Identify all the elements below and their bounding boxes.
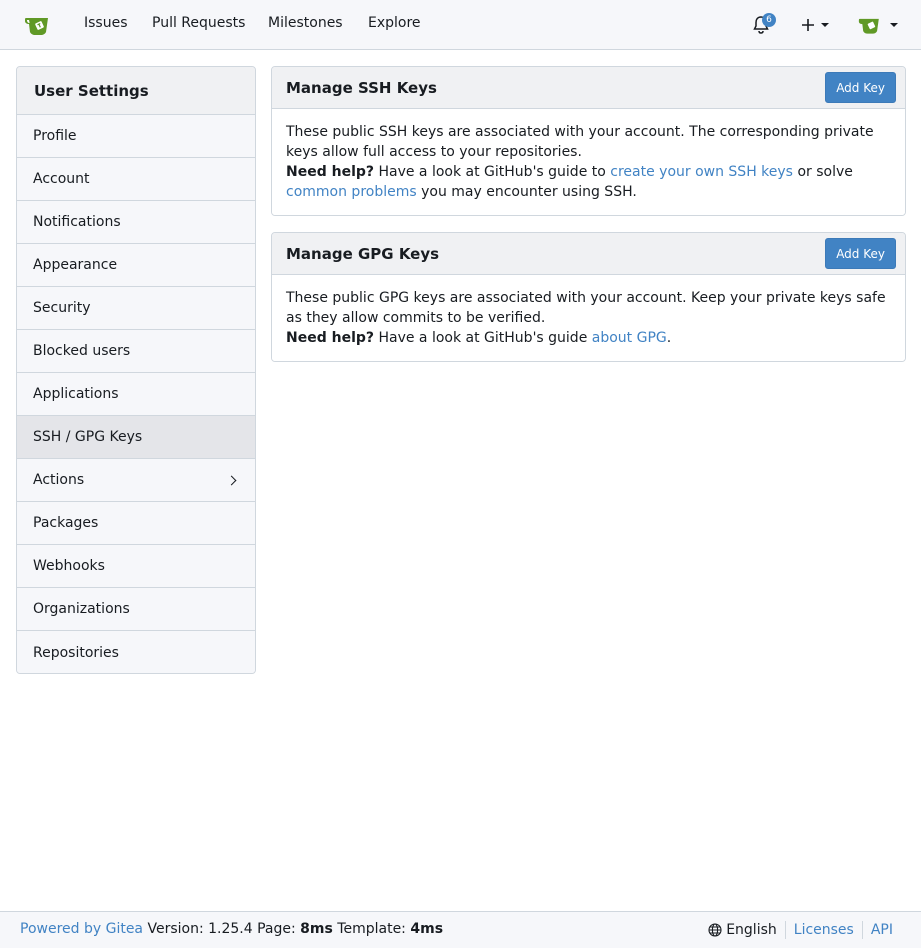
ssh-keys-title: Manage SSH Keys <box>286 78 437 97</box>
sidebar-item-label: Repositories <box>33 644 119 661</box>
sidebar-item-applications[interactable]: Applications <box>17 373 255 416</box>
nav-milestones[interactable]: Milestones <box>268 15 343 31</box>
gpg-keys-title: Manage GPG Keys <box>286 244 440 263</box>
help-label: Need help? <box>286 330 375 346</box>
nav-explore[interactable]: Explore <box>368 15 421 31</box>
version-text: Version: 1.25.4 <box>147 921 253 937</box>
nav-issues[interactable]: Issues <box>84 15 128 31</box>
sidebar-item-account[interactable]: Account <box>17 158 255 201</box>
add-gpg-key-button[interactable]: Add Key <box>825 238 896 269</box>
sidebar-item-repositories[interactable]: Repositories <box>17 631 255 673</box>
help-text: you may encounter using SSH. <box>421 184 637 200</box>
sidebar-item-profile[interactable]: Profile <box>17 115 255 158</box>
plus-icon <box>801 18 815 32</box>
gpg-keys-header: Manage GPG Keys Add Key <box>272 233 905 275</box>
template-time-label: Template: <box>337 921 406 937</box>
sidebar-item-label: Account <box>33 171 90 187</box>
sidebar-title: User Settings <box>17 67 255 115</box>
sidebar-item-label: Notifications <box>33 214 121 230</box>
page-footer: Powered by Gitea Version: 1.25.4 Page: 8… <box>0 911 921 948</box>
help-text: or solve <box>797 164 853 180</box>
sidebar-item-actions[interactable]: Actions <box>17 459 255 502</box>
sidebar-item-webhooks[interactable]: Webhooks <box>17 545 255 588</box>
ssh-keys-body: These public SSH keys are associated wit… <box>272 109 905 215</box>
help-text: Have a look at GitHub's guide to <box>378 164 606 180</box>
page-time-value: 8ms <box>300 921 333 937</box>
about-gpg-link[interactable]: about GPG <box>592 330 667 346</box>
powered-by-gitea-link[interactable]: Powered by Gitea <box>20 921 143 937</box>
footer-info: Powered by Gitea Version: 1.25.4 Page: 8… <box>20 921 443 937</box>
sidebar-item-security[interactable]: Security <box>17 287 255 330</box>
sidebar-item-label: Blocked users <box>33 343 131 359</box>
ssh-keys-description: These public SSH keys are associated wit… <box>286 124 874 160</box>
sidebar-item-label: Security <box>33 300 91 316</box>
sidebar-item-ssh-gpg-keys[interactable]: SSH / GPG Keys <box>17 416 255 459</box>
page-time-label: Page: <box>257 921 296 937</box>
sidebar-item-notifications[interactable]: Notifications <box>17 201 255 244</box>
sidebar-item-label: Profile <box>33 128 77 144</box>
divider <box>784 921 786 939</box>
language-label: English <box>726 922 777 938</box>
chevron-down-icon <box>890 23 898 27</box>
create-menu-button[interactable] <box>801 10 829 40</box>
divider <box>861 921 863 939</box>
licenses-link[interactable]: Licenses <box>794 922 854 938</box>
ssh-keys-header: Manage SSH Keys Add Key <box>272 67 905 109</box>
sidebar-item-blocked-users[interactable]: Blocked users <box>17 330 255 373</box>
template-time-value: 4ms <box>410 921 444 937</box>
chevron-down-icon <box>821 23 829 27</box>
notification-count-badge: 6 <box>762 13 776 27</box>
gpg-keys-panel: Manage GPG Keys Add Key These public GPG… <box>271 232 906 362</box>
settings-sidebar: User Settings Profile Account Notificati… <box>16 66 256 674</box>
gpg-keys-body: These public GPG keys are associated wit… <box>272 275 905 361</box>
gpg-keys-description: These public GPG keys are associated wit… <box>286 290 886 326</box>
gitea-logo-icon[interactable] <box>24 14 54 36</box>
sidebar-item-label: Webhooks <box>33 558 105 574</box>
sidebar-item-label: Appearance <box>33 257 118 273</box>
chevron-right-icon <box>226 475 237 485</box>
notifications-button[interactable]: 6 <box>752 10 776 40</box>
api-link[interactable]: API <box>871 922 893 938</box>
add-ssh-key-button[interactable]: Add Key <box>825 72 896 103</box>
language-selector[interactable]: English <box>708 922 777 938</box>
nav-pull-requests[interactable]: Pull Requests <box>152 15 245 31</box>
common-problems-link[interactable]: common problems <box>286 184 417 200</box>
help-text: Have a look at GitHub's guide <box>378 330 588 346</box>
ssh-keys-panel: Manage SSH Keys Add Key These public SSH… <box>271 66 906 216</box>
sidebar-item-organizations[interactable]: Organizations <box>17 588 255 631</box>
user-menu-button[interactable] <box>858 10 898 40</box>
help-label: Need help? <box>286 164 375 180</box>
bell-icon: 6 <box>752 13 776 35</box>
sidebar-item-label: Organizations <box>33 601 130 617</box>
sidebar-item-label: Actions <box>33 472 85 488</box>
help-text: . <box>666 330 672 346</box>
top-navbar: Issues Pull Requests Milestones Explore … <box>0 0 921 50</box>
sidebar-item-label: Applications <box>33 386 119 402</box>
create-ssh-keys-link[interactable]: create your own SSH keys <box>610 164 793 180</box>
footer-links: English Licenses API <box>708 921 893 939</box>
sidebar-item-label: Packages <box>33 515 99 531</box>
globe-icon <box>708 923 722 937</box>
avatar <box>858 15 884 35</box>
sidebar-item-label: SSH / GPG Keys <box>33 429 143 445</box>
sidebar-item-appearance[interactable]: Appearance <box>17 244 255 287</box>
sidebar-item-packages[interactable]: Packages <box>17 502 255 545</box>
